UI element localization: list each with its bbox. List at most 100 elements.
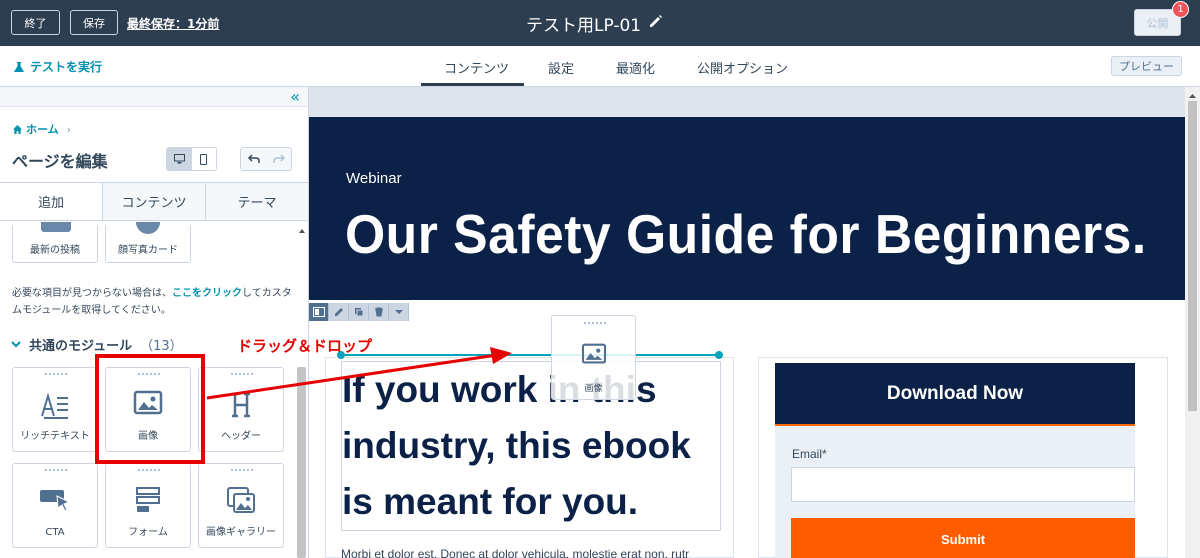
pencil-icon[interactable] xyxy=(648,13,664,29)
help-text-before: 必要な項目が見つからない場合は、 xyxy=(12,288,172,299)
module-image-gallery[interactable]: 画像ギャラリー xyxy=(198,463,284,548)
sidebar-tab-contents[interactable]: コンテンツ xyxy=(102,183,205,220)
module-label: 画像ギャラリー xyxy=(206,527,276,538)
sidebar-scroll-thumb[interactable] xyxy=(297,367,306,558)
module-label: ヘッダー xyxy=(221,431,261,442)
module-label: 画像 xyxy=(584,384,603,394)
canvas-scroll-thumb[interactable] xyxy=(1188,101,1197,411)
module-label: 顔写真カード xyxy=(118,245,178,256)
breadcrumb-separator: › xyxy=(66,122,72,136)
drag-handle xyxy=(231,469,253,472)
more-button[interactable] xyxy=(389,303,409,321)
module-label: フォーム xyxy=(128,527,168,538)
desktop-icon xyxy=(173,154,185,164)
notification-badge: 1 xyxy=(1172,1,1189,18)
annotation-highlight-box xyxy=(95,354,205,464)
top-bar: 終了 保存 最終保存：1分前 テスト用LP-01 公開 1 xyxy=(0,0,1200,46)
mobile-view-button[interactable] xyxy=(192,148,217,170)
avatar-icon xyxy=(136,222,160,234)
submit-button[interactable]: Submit xyxy=(791,518,1135,558)
collapse-sidebar-button[interactable]: « xyxy=(0,87,308,107)
gallery-icon xyxy=(199,486,283,516)
double-chevron-left-icon: « xyxy=(290,87,300,106)
run-test-button[interactable]: テストを実行 xyxy=(13,58,102,75)
layout-icon xyxy=(312,307,325,317)
breadcrumb-home[interactable]: ホーム xyxy=(26,121,59,137)
hero-section[interactable]: Webinar Our Safety Guide for Beginners. xyxy=(309,117,1185,300)
tab-settings[interactable]: 設定 xyxy=(548,58,574,77)
flask-icon xyxy=(14,61,24,72)
clone-button[interactable] xyxy=(349,303,369,321)
drag-handle xyxy=(45,373,67,376)
scroll-up-arrow-icon[interactable] xyxy=(296,226,308,236)
module-latest-posts[interactable]: 最新の投稿 xyxy=(12,222,98,263)
page-title[interactable]: テスト用LP-01 xyxy=(526,11,641,36)
edit-button[interactable] xyxy=(329,303,349,321)
chevron-down-icon xyxy=(11,341,21,348)
hero-eyebrow[interactable]: Webinar xyxy=(346,170,402,187)
image-icon xyxy=(552,343,635,365)
module-label: リッチテキスト xyxy=(20,431,90,442)
last-saved-link[interactable]: 最終保存：1分前 xyxy=(127,15,219,32)
click-here-link[interactable]: ここをクリック xyxy=(172,288,242,299)
home-icon xyxy=(13,124,22,134)
editor-tabs-bar: テストを実行 コンテンツ 設定 最適化 公開オプション プレビュー xyxy=(0,46,1200,87)
module-label: 最新の投稿 xyxy=(30,245,80,256)
email-field[interactable] xyxy=(791,467,1135,502)
redo-button[interactable] xyxy=(266,148,291,170)
form-header[interactable]: Download Now xyxy=(775,363,1135,426)
undo-button[interactable] xyxy=(241,148,266,170)
cta-icon xyxy=(13,486,97,512)
section-count: （13） xyxy=(140,339,183,354)
sidebar-tab-add[interactable]: 追加 xyxy=(0,183,102,220)
tab-optimize[interactable]: 最適化 xyxy=(616,58,655,77)
body-paragraph[interactable]: Morbi et dolor est. Donec at dolor vehic… xyxy=(341,547,689,558)
common-modules-section-toggle[interactable]: 共通のモジュール （13） xyxy=(11,335,183,354)
tab-publish-options[interactable]: 公開オプション xyxy=(697,58,788,77)
annotation-drag-drop-label: ドラッグ＆ドロップ xyxy=(237,337,373,355)
layout-button[interactable] xyxy=(309,303,329,321)
run-test-label: テストを実行 xyxy=(30,60,103,74)
drag-handle xyxy=(584,322,606,324)
module-rich-text[interactable]: リッチテキスト xyxy=(12,367,98,452)
module-form[interactable]: フォーム xyxy=(105,463,191,548)
tab-contents[interactable]: コンテンツ xyxy=(444,58,509,77)
section-title: 共通のモジュール xyxy=(29,339,133,354)
module-toolbar xyxy=(309,303,409,321)
breadcrumb: ホーム › xyxy=(13,121,71,137)
body-heading[interactable]: If you work in this industry, this ebook… xyxy=(341,361,721,531)
header-icon xyxy=(199,390,283,420)
posts-icon xyxy=(41,222,71,232)
clone-icon xyxy=(354,308,363,317)
dragged-image-module[interactable]: 画像 xyxy=(551,315,636,400)
history-buttons xyxy=(240,147,292,171)
undo-icon xyxy=(247,154,260,163)
module-header[interactable]: ヘッダー xyxy=(198,367,284,452)
drag-handle xyxy=(45,469,67,472)
mobile-icon xyxy=(200,153,208,165)
page-canvas: Webinar Our Safety Guide for Beginners. … xyxy=(309,87,1200,558)
help-text: 必要な項目が見つからない場合は、ここをクリックしてカスタムモジュールを取得してく… xyxy=(12,285,294,319)
pencil-icon xyxy=(334,308,343,316)
module-cta[interactable]: CTA xyxy=(12,463,98,548)
hero-title[interactable]: Our Safety Guide for Beginners. xyxy=(345,202,1147,266)
module-label: CTA xyxy=(45,527,65,538)
drop-indicator xyxy=(341,354,719,356)
active-tab-indicator xyxy=(421,83,524,86)
drop-indicator-end xyxy=(715,351,723,359)
desktop-view-button[interactable] xyxy=(167,148,192,170)
exit-button[interactable]: 終了 xyxy=(11,10,60,35)
module-profile-card[interactable]: 顔写真カード xyxy=(105,222,191,263)
rich-text-icon xyxy=(13,390,97,420)
drag-handle xyxy=(138,469,160,472)
form-icon xyxy=(106,486,190,514)
chevron-down-icon xyxy=(394,310,403,314)
redo-icon xyxy=(272,154,285,163)
save-button[interactable]: 保存 xyxy=(70,10,118,35)
preview-button[interactable]: プレビュー xyxy=(1111,56,1182,76)
sidebar-tab-theme[interactable]: テーマ xyxy=(205,183,308,220)
sidebar: « ホーム › ページを編集 追加 コンテンツ テーマ 最新の投稿 顔写真カード… xyxy=(0,87,309,558)
delete-button[interactable] xyxy=(369,303,389,321)
edit-page-title: ページを編集 xyxy=(12,152,108,171)
sidebar-tabs: 追加 コンテンツ テーマ xyxy=(0,182,308,221)
